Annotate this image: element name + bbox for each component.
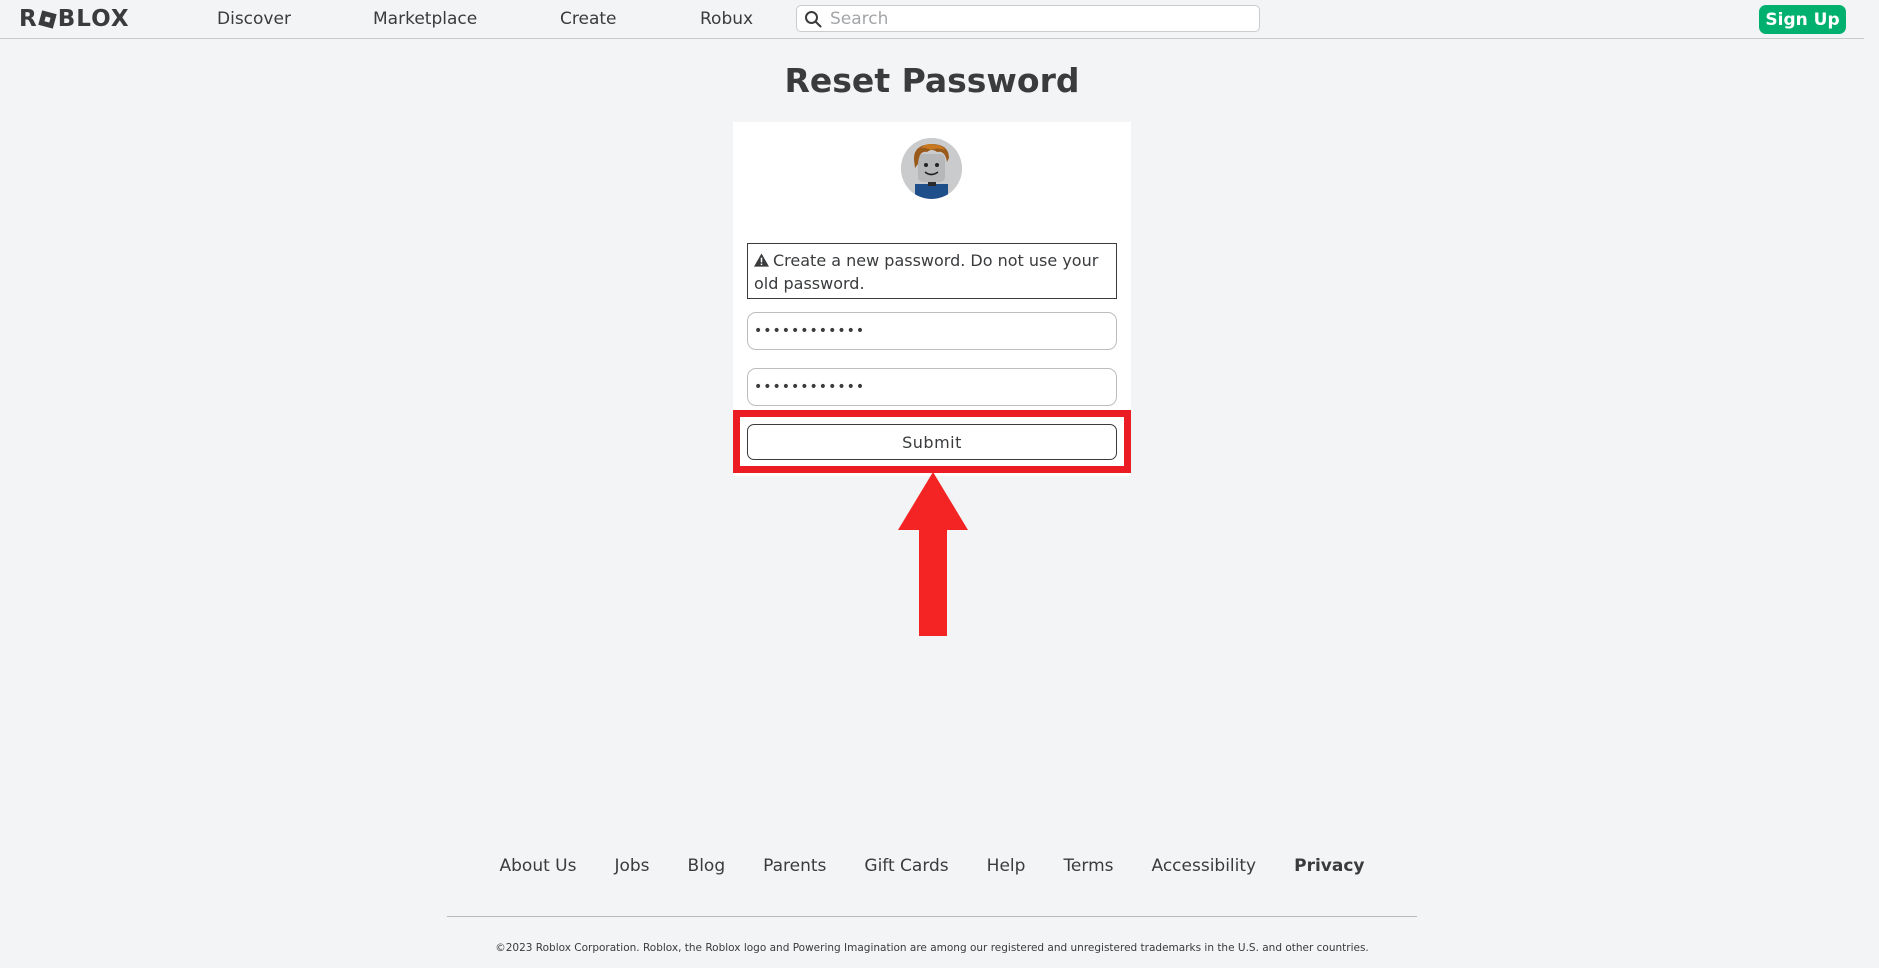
avatar bbox=[901, 138, 962, 199]
search-input[interactable] bbox=[830, 8, 1250, 29]
annotation-highlight-box bbox=[733, 410, 1131, 473]
footer-link-accessibility[interactable]: Accessibility bbox=[1152, 855, 1257, 877]
scrollbar[interactable] bbox=[1864, 0, 1879, 968]
avatar-image bbox=[901, 138, 962, 199]
footer-link-help[interactable]: Help bbox=[987, 855, 1026, 877]
footer-link-terms[interactable]: Terms bbox=[1063, 855, 1113, 877]
password-warning: Create a new password. Do not use your o… bbox=[747, 243, 1117, 299]
nav-link-discover[interactable]: Discover bbox=[217, 9, 291, 29]
nav-link-marketplace[interactable]: Marketplace bbox=[373, 9, 477, 29]
roblox-logo[interactable]: R BLOX bbox=[19, 7, 130, 31]
footer-link-parents[interactable]: Parents bbox=[763, 855, 826, 877]
footer-links: About Us Jobs Blog Parents Gift Cards He… bbox=[0, 855, 1864, 877]
search-box[interactable] bbox=[796, 5, 1260, 32]
new-password-field[interactable] bbox=[747, 312, 1117, 350]
footer-link-jobs[interactable]: Jobs bbox=[614, 855, 649, 877]
page-title: Reset Password bbox=[784, 61, 1080, 100]
annotation-arrow-icon bbox=[898, 472, 968, 636]
confirm-password-field[interactable] bbox=[747, 368, 1117, 406]
nav-link-create[interactable]: Create bbox=[560, 9, 617, 29]
footer-link-gift-cards[interactable]: Gift Cards bbox=[864, 855, 948, 877]
sign-up-button[interactable]: Sign Up bbox=[1759, 5, 1846, 34]
warning-text: Create a new password. Do not use your o… bbox=[754, 251, 1099, 293]
top-nav: R BLOX Discover Marketplace Create Robux … bbox=[0, 0, 1879, 39]
warning-icon bbox=[754, 253, 769, 267]
footer-link-privacy[interactable]: Privacy bbox=[1294, 855, 1364, 877]
copyright-text: ©2023 Roblox Corporation. Roblox, the Ro… bbox=[495, 942, 1369, 954]
search-icon bbox=[805, 11, 822, 28]
logo-o-mark bbox=[38, 9, 57, 29]
footer-link-blog[interactable]: Blog bbox=[688, 855, 726, 877]
footer-link-about-us[interactable]: About Us bbox=[500, 855, 577, 877]
footer-divider bbox=[447, 916, 1417, 917]
nav-link-robux[interactable]: Robux bbox=[700, 9, 753, 29]
